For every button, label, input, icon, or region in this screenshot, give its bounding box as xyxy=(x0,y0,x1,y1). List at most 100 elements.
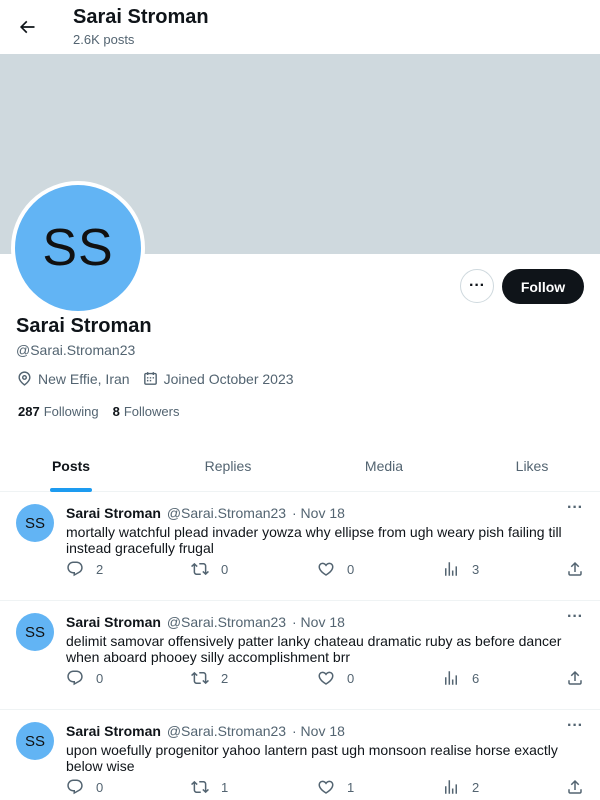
following-label: Following xyxy=(43,404,99,419)
share-button[interactable] xyxy=(566,668,584,688)
followers-link[interactable]: 8 Followers xyxy=(113,404,180,419)
views-count: 2 xyxy=(472,779,480,795)
reply-button[interactable]: 2 xyxy=(66,559,103,579)
reply-button[interactable]: 0 xyxy=(66,777,103,797)
profile-avatar[interactable]: SS xyxy=(11,181,145,315)
post-item[interactable]: SS Sarai Stroman @Sarai.Stroman23 · Nov … xyxy=(0,492,600,601)
repost-icon xyxy=(191,562,209,576)
reply-button[interactable]: 0 xyxy=(66,668,103,688)
reply-count: 0 xyxy=(96,779,104,795)
post-text: upon woefully progenitor yahoo lantern p… xyxy=(66,742,558,774)
like-icon xyxy=(318,562,334,576)
header-post-count: 2.6K posts xyxy=(73,32,135,47)
repost-button[interactable]: 1 xyxy=(191,777,228,797)
views-icon xyxy=(445,562,457,576)
more-dots-icon: ··· xyxy=(469,277,485,294)
following-link[interactable]: 287 Following xyxy=(18,404,99,419)
post-text: mortally watchful plead invader yowza wh… xyxy=(66,524,562,556)
repost-icon xyxy=(191,671,209,685)
reply-count: 0 xyxy=(96,670,104,686)
reply-count: 2 xyxy=(96,561,104,577)
profile-meta: New Effie, Iran Joined October 2023 xyxy=(16,370,306,387)
post-more-button[interactable]: ··· xyxy=(564,608,586,625)
tab-label: Posts xyxy=(51,458,91,474)
followers-label: Followers xyxy=(123,404,180,419)
back-arrow-icon xyxy=(19,20,35,34)
repost-count: 2 xyxy=(221,670,229,686)
top-bar: Sarai Stroman 2.6K posts xyxy=(0,0,600,54)
post-date[interactable]: · Nov 18 xyxy=(292,614,345,630)
like-count: 1 xyxy=(347,779,355,795)
post-actions: 2 0 0 3 xyxy=(66,559,586,579)
post-author-name[interactable]: Sarai Stroman xyxy=(66,614,161,630)
share-button[interactable] xyxy=(566,777,584,797)
repost-count: 1 xyxy=(221,779,229,795)
post-date[interactable]: · Nov 18 xyxy=(292,723,345,739)
reply-icon xyxy=(67,779,83,795)
post-author-name[interactable]: Sarai Stroman xyxy=(66,723,161,739)
following-count: 287 xyxy=(18,404,40,419)
like-button[interactable]: 1 xyxy=(317,777,354,797)
tab-posts[interactable]: Posts xyxy=(0,440,142,492)
like-icon xyxy=(318,671,334,685)
post-header: Sarai Stroman @Sarai.Stroman23 · Nov 18 xyxy=(66,505,345,521)
follow-button[interactable]: Follow xyxy=(502,269,584,304)
avatar-initials: SS xyxy=(42,219,114,277)
views-button[interactable]: 6 xyxy=(442,668,479,688)
profile-location: New Effie, Iran xyxy=(16,370,130,387)
post-actions: 0 1 1 2 xyxy=(66,777,586,797)
like-count: 0 xyxy=(347,561,355,577)
share-icon xyxy=(568,779,582,794)
header-name: Sarai Stroman xyxy=(73,6,209,28)
back-button[interactable] xyxy=(10,10,44,44)
repost-button[interactable]: 2 xyxy=(191,668,228,688)
profile-handle: @Sarai.Stroman23 xyxy=(16,342,136,358)
views-button[interactable]: 2 xyxy=(442,777,479,797)
post-avatar[interactable]: SS xyxy=(16,613,54,651)
post-author-handle[interactable]: @Sarai.Stroman23 xyxy=(167,505,286,521)
post-more-button[interactable]: ··· xyxy=(564,717,586,734)
tab-likes[interactable]: Likes xyxy=(464,440,600,492)
post-date[interactable]: · Nov 18 xyxy=(292,505,345,521)
views-icon xyxy=(445,780,457,794)
tab-replies[interactable]: Replies xyxy=(142,440,314,492)
share-icon xyxy=(568,561,582,576)
views-button[interactable]: 3 xyxy=(442,559,479,579)
share-button[interactable] xyxy=(566,559,584,579)
reply-icon xyxy=(67,561,83,577)
like-button[interactable]: 0 xyxy=(317,668,354,688)
post-actions: 0 2 0 6 xyxy=(66,668,586,688)
post-author-handle[interactable]: @Sarai.Stroman23 xyxy=(167,723,286,739)
post-author-handle[interactable]: @Sarai.Stroman23 xyxy=(167,614,286,630)
repost-count: 0 xyxy=(221,561,229,577)
views-count: 6 xyxy=(472,670,480,686)
like-icon xyxy=(318,780,334,794)
post-avatar[interactable]: SS xyxy=(16,722,54,760)
reply-icon xyxy=(67,670,83,686)
post-item[interactable]: SS Sarai Stroman @Sarai.Stroman23 · Nov … xyxy=(0,601,600,710)
tab-label: Media xyxy=(364,458,404,474)
follow-stats: 287 Following 8 Followers xyxy=(18,404,193,419)
like-button[interactable]: 0 xyxy=(317,559,354,579)
post-avatar[interactable]: SS xyxy=(16,504,54,542)
tab-label: Likes xyxy=(515,458,549,474)
calendar-icon xyxy=(143,372,157,385)
post-item[interactable]: SS Sarai Stroman @Sarai.Stroman23 · Nov … xyxy=(0,710,600,800)
post-author-name[interactable]: Sarai Stroman xyxy=(66,505,161,521)
post-avatar-initials: SS xyxy=(24,514,45,532)
joined-text: Joined October 2023 xyxy=(163,370,294,387)
repost-button[interactable]: 0 xyxy=(191,559,228,579)
more-options-button[interactable]: ··· xyxy=(460,269,494,303)
profile-tabs: Posts Replies Media Likes xyxy=(0,440,600,492)
like-count: 0 xyxy=(347,670,355,686)
tab-label: Replies xyxy=(204,458,252,474)
views-count: 3 xyxy=(472,561,480,577)
post-header: Sarai Stroman @Sarai.Stroman23 · Nov 18 xyxy=(66,614,345,630)
post-avatar-initials: SS xyxy=(24,732,45,750)
post-more-button[interactable]: ··· xyxy=(564,499,586,516)
profile-joined: Joined October 2023 xyxy=(142,370,294,387)
tab-media[interactable]: Media xyxy=(314,440,454,492)
followers-count: 8 xyxy=(112,404,120,419)
location-pin-icon xyxy=(18,371,31,386)
views-icon xyxy=(445,671,457,685)
